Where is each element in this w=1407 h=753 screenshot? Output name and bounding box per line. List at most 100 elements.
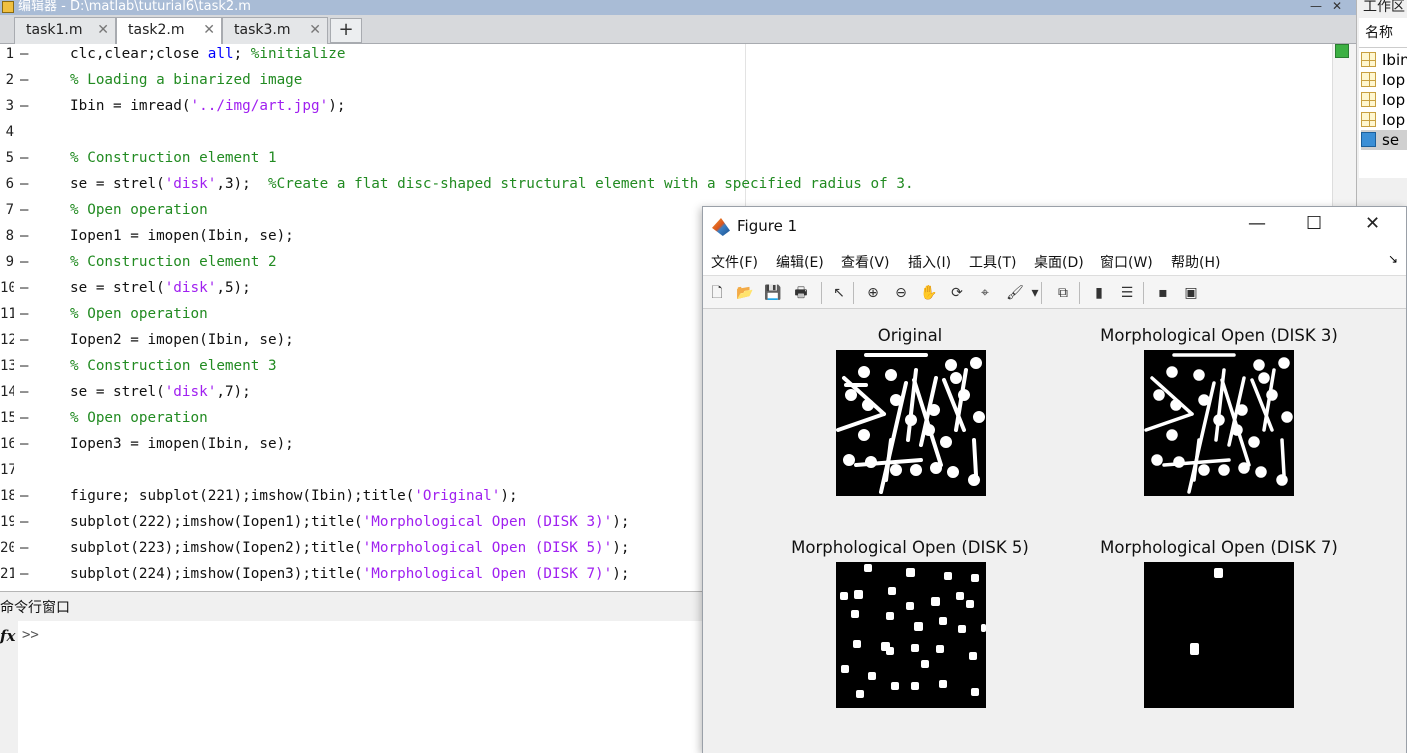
breakpoint-marker[interactable]: —: [20, 176, 28, 192]
code-line[interactable]: % Open operation: [70, 202, 208, 218]
menu-tools[interactable]: 工具(T): [969, 252, 1016, 272]
hide-plot-tools-icon[interactable]: ▪: [1153, 283, 1173, 303]
add-tab-button[interactable]: +: [330, 18, 362, 43]
menu-file[interactable]: 文件(F): [711, 252, 758, 272]
code-line[interactable]: Iopen1 = imopen(Ibin, se);: [70, 228, 294, 244]
breakpoint-marker[interactable]: —: [20, 358, 28, 374]
code-line[interactable]: subplot(222);imshow(Iopen1);title('Morph…: [70, 514, 630, 530]
breakpoint-marker[interactable]: —: [20, 410, 28, 426]
workspace-variable[interactable]: Ibin: [1361, 50, 1407, 70]
command-prompt: >>: [22, 627, 39, 643]
code-line[interactable]: % Construction element 1: [70, 150, 277, 166]
breakpoint-marker[interactable]: —: [20, 98, 28, 114]
figure-maximize-button[interactable]: ☐: [1306, 213, 1322, 234]
menu-edit[interactable]: 编辑(E): [776, 252, 824, 272]
breakpoint-marker[interactable]: —: [20, 488, 28, 504]
pan-icon[interactable]: ✋: [919, 283, 939, 303]
rotate-3d-icon[interactable]: ⟳: [947, 283, 967, 303]
pointer-icon[interactable]: ↖: [829, 283, 849, 303]
breakpoint-marker[interactable]: —: [20, 254, 28, 270]
menu-view[interactable]: 查看(V): [841, 252, 890, 272]
breakpoint-marker[interactable]: —: [20, 306, 28, 322]
line-number: 5: [5, 150, 14, 166]
code-line[interactable]: % Construction element 3: [70, 358, 277, 374]
tab-close-icon[interactable]: ✕: [97, 18, 109, 43]
editor-close-button[interactable]: ✕: [1332, 0, 1342, 13]
subplot-image-disk3[interactable]: [1144, 350, 1294, 496]
menu-window[interactable]: 窗口(W): [1100, 252, 1153, 272]
subplot-image-disk7[interactable]: [1144, 562, 1294, 708]
save-icon[interactable]: 💾: [763, 283, 783, 303]
code-string: 'Morphological Open (DISK 3)': [362, 514, 613, 530]
print-icon[interactable]: 🖶: [791, 283, 811, 303]
breakpoint-marker[interactable]: —: [20, 72, 28, 88]
breakpoint-marker[interactable]: —: [20, 202, 28, 218]
workspace-variable[interactable]: Iop: [1361, 110, 1405, 130]
disk5-opened-image: [840, 564, 986, 698]
code-line[interactable]: % Loading a binarized image: [70, 72, 302, 88]
code-text: );: [500, 488, 518, 504]
menu-insert[interactable]: 插入(I): [908, 252, 951, 272]
tab-close-icon[interactable]: ✕: [309, 18, 321, 43]
code-line[interactable]: figure; subplot(221);imshow(Ibin);title(…: [70, 488, 518, 504]
colorbar-icon[interactable]: ▮: [1089, 283, 1109, 303]
code-analyzer-ok-icon[interactable]: [1335, 44, 1349, 58]
tab-close-icon[interactable]: ✕: [203, 18, 215, 43]
code-line[interactable]: % Construction element 2: [70, 254, 277, 270]
code-line[interactable]: clc,clear;close all; %initialize: [70, 46, 345, 62]
editor-minimize-button[interactable]: —: [1310, 0, 1322, 13]
show-plot-tools-icon[interactable]: ▣: [1181, 283, 1201, 303]
tab-task3[interactable]: task3.m ✕: [222, 17, 328, 44]
breakpoint-marker[interactable]: —: [20, 540, 28, 556]
legend-icon[interactable]: ☰: [1117, 283, 1137, 303]
code-line[interactable]: % Open operation: [70, 410, 208, 426]
data-cursor-icon[interactable]: ⌖: [975, 283, 995, 303]
code-text: Iopen1 = imopen(Ibin, se);: [70, 228, 294, 244]
figure-minimize-button[interactable]: —: [1248, 213, 1266, 234]
workspace-name-header[interactable]: 名称 ▲: [1359, 18, 1407, 71]
zoom-out-icon[interactable]: ⊖: [891, 283, 911, 303]
code-line[interactable]: Iopen3 = imopen(Ibin, se);: [70, 436, 294, 452]
code-line[interactable]: % Open operation: [70, 306, 208, 322]
new-figure-icon[interactable]: 🗋: [707, 283, 727, 303]
breakpoint-marker[interactable]: —: [20, 228, 28, 244]
original-binary-image: [836, 353, 985, 494]
code-line[interactable]: se = strel('disk',3); %Create a flat dis…: [70, 176, 914, 192]
figure-close-button[interactable]: ✕: [1365, 213, 1380, 234]
breakpoint-marker[interactable]: —: [20, 384, 28, 400]
tab-task1[interactable]: task1.m ✕: [14, 17, 116, 44]
breakpoint-marker[interactable]: —: [20, 566, 28, 582]
line-number: 14: [0, 384, 14, 400]
workspace-variable[interactable]: Iop: [1361, 70, 1405, 90]
subplot-image-original[interactable]: [836, 350, 986, 496]
link-plot-icon[interactable]: ⧉: [1053, 283, 1073, 303]
menu-desktop[interactable]: 桌面(D): [1034, 252, 1084, 272]
code-line[interactable]: Ibin = imread('../img/art.jpg');: [70, 98, 345, 114]
code-text: subplot(223);imshow(Iopen2);title(: [70, 540, 363, 556]
subplot-image-disk5[interactable]: [836, 562, 986, 708]
code-line[interactable]: subplot(223);imshow(Iopen2);title('Morph…: [70, 540, 630, 556]
breakpoint-marker[interactable]: —: [20, 46, 28, 62]
open-file-icon[interactable]: 📂: [735, 283, 755, 303]
breakpoint-marker[interactable]: —: [20, 150, 28, 166]
code-text: se = strel(: [70, 280, 165, 296]
breakpoint-marker[interactable]: —: [20, 332, 28, 348]
workspace-variable[interactable]: Iop: [1361, 90, 1405, 110]
brush-dropdown-icon[interactable]: ▾: [1025, 283, 1045, 303]
disk3-opened-image: [1144, 353, 1293, 494]
code-line[interactable]: se = strel('disk',5);: [70, 280, 251, 296]
breakpoint-marker[interactable]: —: [20, 514, 28, 530]
zoom-in-icon[interactable]: ⊕: [863, 283, 883, 303]
menu-help[interactable]: 帮助(H): [1171, 252, 1220, 272]
menu-overflow-icon[interactable]: ↘: [1388, 252, 1398, 266]
workspace-variable[interactable]: se: [1361, 130, 1407, 150]
fx-icon[interactable]: fx: [0, 627, 15, 645]
breakpoint-marker[interactable]: —: [20, 280, 28, 296]
code-line[interactable]: subplot(224);imshow(Iopen3);title('Morph…: [70, 566, 630, 582]
tab-task2[interactable]: task2.m ✕: [116, 17, 222, 45]
code-line[interactable]: Iopen2 = imopen(Ibin, se);: [70, 332, 294, 348]
brush-icon[interactable]: 🖌: [1005, 283, 1025, 303]
code-line[interactable]: se = strel('disk',7);: [70, 384, 251, 400]
breakpoint-marker[interactable]: —: [20, 436, 28, 452]
command-window[interactable]: fx >>: [0, 621, 702, 753]
